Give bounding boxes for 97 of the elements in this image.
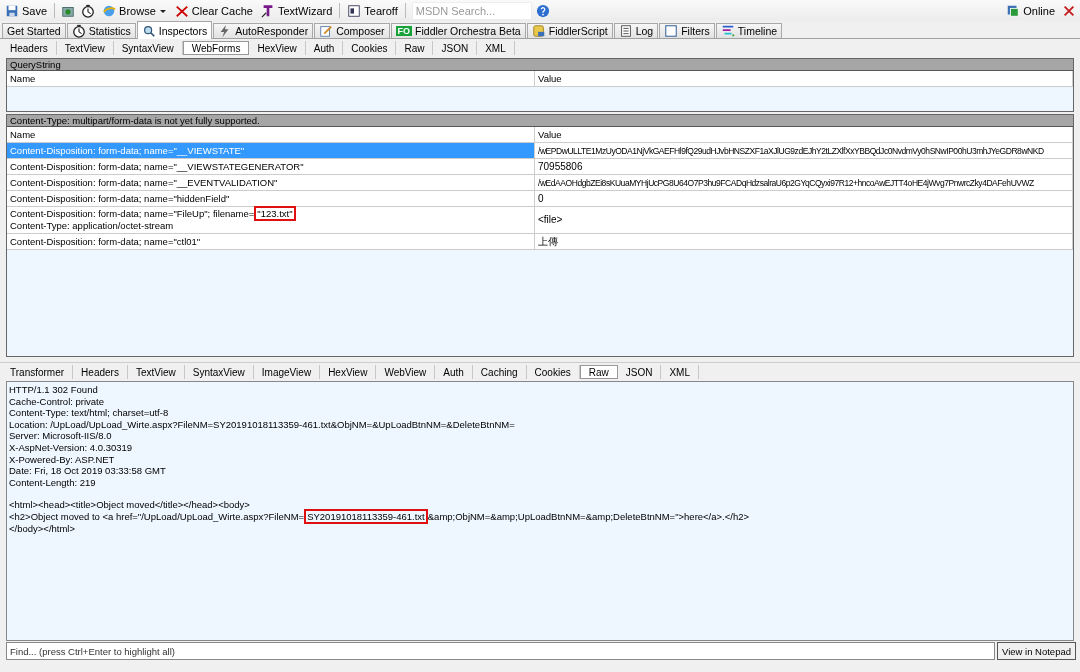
table-cell-text: Content-Disposition: form-data; name="__VIEWSTATE" <box>10 144 246 157</box>
scroll-icon <box>531 24 546 38</box>
toolbar-button[interactable]: Tearoff <box>344 2 401 19</box>
response-text-line: </body></html> <box>9 522 76 535</box>
network-icon <box>1006 3 1021 18</box>
column-header: Name <box>7 127 535 142</box>
dropdown-button[interactable]: Browse <box>99 2 170 19</box>
tab[interactable]: TextView <box>127 365 185 379</box>
response-text-line: HTTP/1.1 302 Found <box>9 384 98 396</box>
table-row[interactable]: Content-Disposition: form-data; name="__VIEWSTATE" /wEPDwULLTE1MzUyODA1NjVkGAEFHl9fQ29udHJvbHNSZXF1aXJlUG9zdEJhY2tLZXlfXxYBBQdJc0NvdmVy0hSNwIP00hU3mhJYeGDR8wNKD <box>7 143 1073 159</box>
table-row[interactable]: Content-Disposition: form-data; name="FileUp"; filename= "123.txt" Content-Type: application/octet-stream <file> <box>7 207 1073 234</box>
table-cell-text: Content-Disposition: form-data; name="__VIEWSTATEGENERATOR" <box>10 160 305 173</box>
close-icon <box>1062 3 1076 18</box>
tab[interactable]: Timeline <box>715 23 783 38</box>
tab[interactable]: Cookies <box>343 41 397 55</box>
tab[interactable]: SyntaxView <box>184 365 254 379</box>
tab[interactable]: WebForms <box>182 41 250 55</box>
tab[interactable]: HexView <box>320 365 377 379</box>
find-field[interactable]: Find... (press Ctrl+Enter to highlight all) <box>6 642 995 660</box>
column-header: Value <box>535 127 1073 142</box>
search-field[interactable]: MSDN Search... <box>411 1 532 20</box>
table-row[interactable]: Content-Disposition: form-data; name="__EVENTVALIDATION" /wEdAAOHdgbZEi8sKUuaMYHjUcPG8U64O7P3hu9FCADqHdzsalraU6p2GYqCQyxi97R12+hncoAwEJTT4oHE4jWvg7PnwrcZky4DAFehUVWZ <box>7 175 1073 191</box>
tab[interactable]: Headers <box>2 41 57 55</box>
tab[interactable]: SyntaxView <box>113 41 183 55</box>
tab[interactable]: XML <box>477 41 515 55</box>
online-button[interactable]: Online <box>1003 2 1058 19</box>
stopwatch-icon <box>71 24 86 38</box>
toolbar-button[interactable]: Clear Cache <box>171 2 256 19</box>
pencil-icon <box>319 24 334 38</box>
tab[interactable]: WebView <box>376 365 436 379</box>
tab[interactable]: Composer <box>314 23 390 38</box>
tab[interactable]: XML <box>661 365 699 379</box>
response-text-line: Date: Fri, 18 Oct 2019 03:33:58 GMT <box>9 465 166 477</box>
response-text-line: X-Powered-By: ASP.NET <box>9 453 115 466</box>
tab[interactable]: Transformer <box>2 365 74 379</box>
highlight-box: "123.txt" <box>254 206 296 221</box>
tab[interactable]: FO Fiddler Orchestra Beta <box>390 23 526 38</box>
tab[interactable]: Cookies <box>526 365 580 379</box>
tab[interactable]: Raw <box>396 41 434 55</box>
table-row[interactable]: Content-Disposition: form-data; name="hiddenField" 0 <box>7 191 1073 207</box>
tab[interactable]: TextView <box>56 41 114 55</box>
tab[interactable]: Raw <box>579 365 618 379</box>
tab-badge: FO <box>395 26 413 36</box>
panel-title: QueryString <box>7 59 1073 71</box>
response-text-line: Cache-Control: private <box>9 395 105 408</box>
column-header: Name <box>7 71 535 86</box>
toolbar-button[interactable]: Save <box>2 2 51 19</box>
tab[interactable]: Auth <box>435 365 473 379</box>
letter-t-icon <box>260 3 275 18</box>
table-cell-text: Content-Type: application/octet-stream <box>10 220 175 232</box>
tab[interactable]: Get Started <box>2 23 66 38</box>
tab[interactable]: FiddlerScript <box>526 23 613 38</box>
tab[interactable]: Auth <box>305 41 344 55</box>
help-icon <box>535 3 550 18</box>
response-text-line: Content-Type: text/html; charset=utf-8 <box>9 407 169 419</box>
table-cell-text: <file> <box>538 214 564 226</box>
response-text-line: <html><head><title>Object moved</title></head><body> <box>9 499 250 511</box>
panel-title: Content-Type: multipart/form-data is not yet fully supported. <box>7 115 1073 127</box>
response-text-line: Location: /UpLoad/UpLoad_Wirte.aspx?FileNM=SY20191018113359-461.txt&ObjNM=&UpLoadBtnNM=&DeleteBtnNM= <box>9 418 515 431</box>
tab[interactable]: Statistics <box>66 23 136 38</box>
magnifier-icon <box>141 23 156 38</box>
table-cell-text: /wEPDwULLTE1MzUyODA1NjVkGAEFHl9fQ29udHJvbHNSZXF1aXJlUG9zdEJhY2tLZXlfXxYBBQdJc0NvdmVy0hSNwIP00hU3mhJYeGDR8wNKD <box>538 144 1045 157</box>
toolbar-button[interactable]: TextWizard <box>257 2 336 19</box>
table-cell-text: Content-Disposition: form-data; name="__EVENTVALIDATION" <box>10 176 279 189</box>
response-text-line: X-AspNet-Version: 4.0.30319 <box>9 441 133 454</box>
table-cell-text: 70955806 <box>538 160 584 173</box>
globe-icon <box>102 3 117 18</box>
table-cell: Content-Disposition: form-data; name="FileUp"; filename= "123.txt" <box>10 208 531 220</box>
tab[interactable]: Log <box>613 23 659 38</box>
table-cell-text: Content-Disposition: form-data; name="hiddenField" <box>10 192 231 205</box>
table-cell-text: 上傳 <box>538 235 559 248</box>
tab[interactable]: ImageView <box>253 365 321 379</box>
view-in-notepad-button[interactable]: View in Notepad <box>997 642 1076 660</box>
stopwatch-icon <box>81 3 96 18</box>
tab[interactable]: HexView <box>249 41 306 55</box>
column-header: Value <box>535 71 1073 86</box>
timeline-icon <box>720 24 735 38</box>
tab[interactable]: JSON <box>617 365 662 379</box>
table-cell-text: Content-Disposition: form-data; name="ctl01" <box>10 235 202 248</box>
document-icon <box>618 24 633 38</box>
table-cell-text: 0 <box>538 192 545 205</box>
tab[interactable]: Caching <box>472 365 527 379</box>
window-icon <box>347 3 362 18</box>
tab[interactable]: Filters <box>659 23 715 38</box>
tab[interactable]: Inspectors <box>136 21 213 39</box>
cross-icon <box>174 3 189 18</box>
table-cell-text: /wEdAAOHdgbZEi8sKUuaMYHjUcPG8U64O7P3hu9FCADqHdzsalraU6p2GYqCQyxi97R12+hncoAwEJTT4oHE4jWvg7PnwrcZky4DAFehUVWZ <box>538 176 1035 189</box>
table-row[interactable]: Content-Disposition: form-data; name="ctl01" 上傳 <box>7 234 1073 250</box>
tab[interactable]: AutoResponder <box>213 23 314 38</box>
highlight-box: SY20191018113359-461.txt <box>304 508 428 524</box>
response-text-line: Content-Length: 219 <box>9 476 96 489</box>
tab[interactable]: Headers <box>73 365 128 379</box>
checkbox-icon <box>664 24 679 38</box>
response-text-line: <h2>Object moved to <a href="/UpLoad/UpLoad_Wirte.aspx?FileNM= SY20191018113359-461.txt &amp;ObjNM=&amp;UpLoadBtnNM=&amp;DeleteBtnNM=">here</a>.</h2> <box>9 510 750 523</box>
table-row[interactable]: Content-Disposition: form-data; name="__VIEWSTATEGENERATOR" 70955806 <box>7 159 1073 175</box>
response-text-line: Server: Microsoft-IIS/8.0 <box>9 430 112 442</box>
tab[interactable]: JSON <box>433 41 478 55</box>
